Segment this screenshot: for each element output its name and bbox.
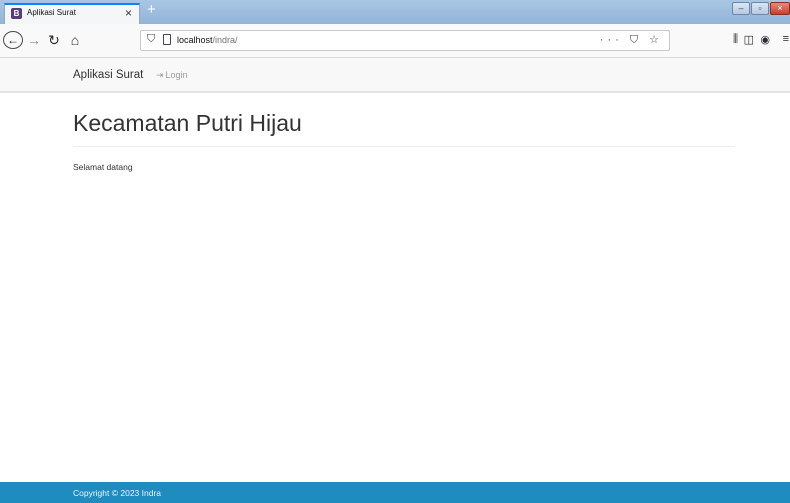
browser-tab[interactable]: B Aplikasi Surat ×: [4, 3, 140, 24]
url-bar[interactable]: ⛉ localhost/indra/ ··· ⛉ ☆: [140, 30, 670, 51]
forward-icon[interactable]: →: [27, 31, 41, 49]
home-icon[interactable]: ⌂: [68, 31, 82, 49]
maximize-button[interactable]: ▫: [751, 2, 769, 15]
bootstrap-favicon-icon: B: [11, 8, 22, 19]
browser-tab-strip: B Aplikasi Surat × + – ▫ ×: [0, 0, 790, 24]
account-icon[interactable]: ◉: [760, 33, 770, 46]
login-label: Login: [165, 70, 188, 80]
shield-icon[interactable]: ⛉: [147, 33, 155, 46]
minimize-button[interactable]: –: [732, 2, 750, 15]
browser-toolbar: ← → ↻ ⌂ ⛉ localhost/indra/ ··· ⛉ ☆ ⫼ ◫ ◉…: [0, 24, 790, 58]
footer: Copyright © 2023 Indra: [0, 482, 790, 503]
sidebar-icon[interactable]: ◫: [744, 33, 754, 46]
url-path: /indra/: [212, 35, 238, 45]
main-container: Kecamatan Putri Hijau Selamat datang: [73, 93, 735, 172]
welcome-text: Selamat datang: [73, 162, 133, 172]
library-icon[interactable]: ⫼: [733, 33, 738, 46]
login-link[interactable]: ⇥ Login: [156, 70, 188, 81]
close-window-button[interactable]: ×: [770, 2, 790, 15]
tab-title: Aplikasi Surat: [27, 8, 76, 17]
navbar-brand[interactable]: Aplikasi Surat: [73, 69, 143, 81]
url-host: localhost: [177, 35, 213, 45]
page-header: Kecamatan Putri Hijau: [73, 110, 735, 147]
page-actions-icons[interactable]: ··· ⛉ ☆: [600, 33, 663, 47]
page-icon[interactable]: [163, 34, 171, 45]
menu-icon[interactable]: ≡: [783, 33, 789, 45]
app-navbar: Aplikasi Surat ⇥ Login: [0, 58, 790, 93]
reload-icon[interactable]: ↻: [47, 31, 61, 49]
new-tab-button[interactable]: +: [147, 1, 156, 18]
footer-copyright: Copyright © 2023 Indra: [73, 488, 162, 498]
url-text[interactable]: localhost/indra/: [177, 35, 238, 45]
close-tab-icon[interactable]: ×: [125, 6, 132, 20]
back-icon[interactable]: ←: [3, 31, 23, 49]
page-title: Kecamatan Putri Hijau: [73, 110, 302, 136]
login-icon: ⇥: [156, 70, 164, 80]
